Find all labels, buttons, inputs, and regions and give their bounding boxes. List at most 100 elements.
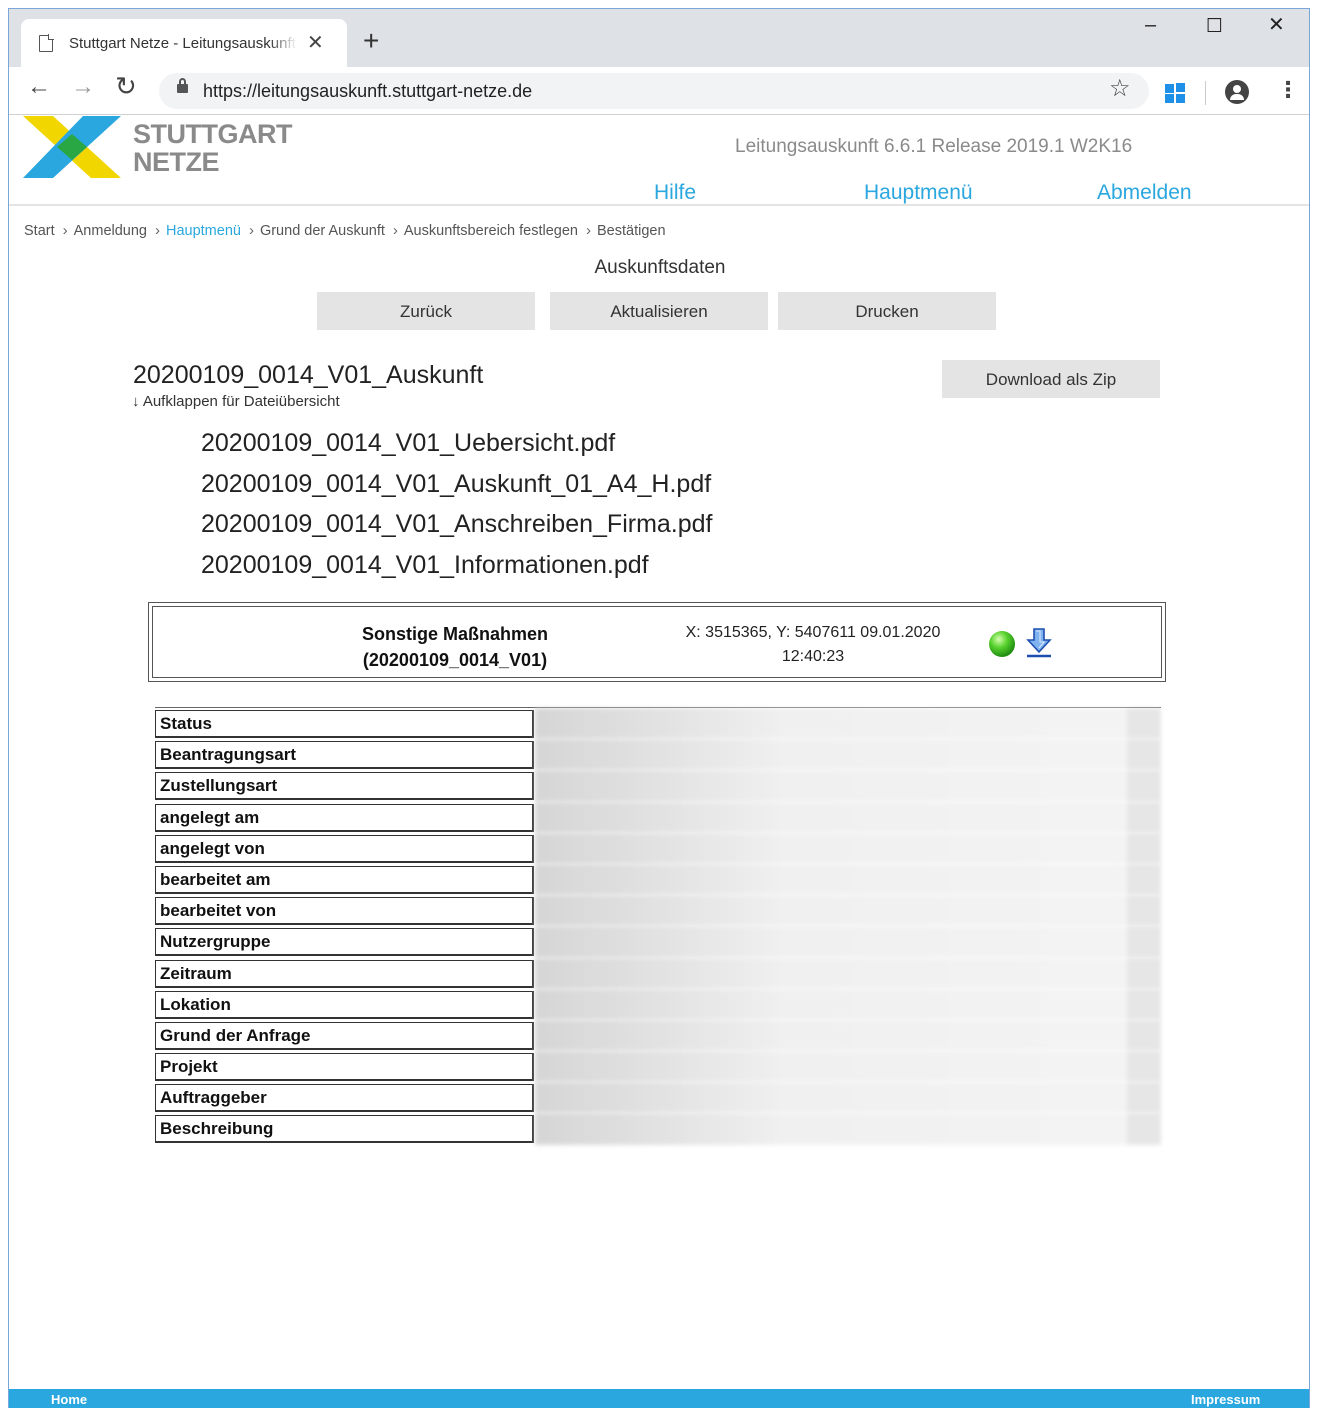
browser-window: Stuttgart Netze - Leitungsauskunft ✕ + –… xyxy=(8,8,1310,1408)
row-value-redacted xyxy=(535,1019,1161,1052)
lock-icon xyxy=(177,78,188,93)
nav-logout-link[interactable]: Abmelden xyxy=(1097,181,1192,205)
bookmark-star-icon[interactable]: ☆ xyxy=(1109,77,1131,101)
file-link[interactable]: 20200109_0014_V01_Informationen.pdf xyxy=(201,545,713,586)
row-label: Projekt xyxy=(155,1053,534,1082)
row-label: Beschreibung xyxy=(155,1115,534,1144)
table-row: Auftraggeber xyxy=(155,1082,1161,1114)
table-row: Zeitraum xyxy=(155,957,1161,989)
breadcrumb-item-bestaetigen[interactable]: Bestätigen xyxy=(597,223,666,239)
table-row: Beschreibung xyxy=(155,1113,1161,1145)
table-row: Grund der Anfrage xyxy=(155,1019,1161,1052)
reload-icon[interactable]: ↻ xyxy=(115,73,137,99)
row-value-redacted xyxy=(535,926,1161,958)
table-row: angelegt von xyxy=(155,832,1161,865)
back-button[interactable]: Zurück xyxy=(317,292,535,330)
address-bar[interactable]: https://leitungsauskunft.stuttgart-netze… xyxy=(159,73,1149,109)
breadcrumb-item-start[interactable]: Start xyxy=(24,223,55,239)
row-value-redacted xyxy=(535,1082,1161,1114)
download-icon[interactable] xyxy=(1025,627,1053,659)
brand-line-1: STUTTGART xyxy=(133,119,292,149)
nav-help-link[interactable]: Hilfe xyxy=(654,181,696,205)
coordinates-line: X: 3515365, Y: 5407611 09.01.2020 xyxy=(685,624,941,641)
row-label: Zeitraum xyxy=(155,959,534,988)
download-zip-button[interactable]: Download als Zip xyxy=(942,360,1160,398)
row-label: angelegt von xyxy=(155,834,534,863)
time-line: 12:40:23 xyxy=(781,648,845,665)
status-green-icon xyxy=(989,631,1015,657)
breadcrumb-item-hauptmenue[interactable]: Hauptmenü xyxy=(166,223,241,239)
print-button[interactable]: Drucken xyxy=(778,292,996,330)
row-label: Nutzergruppe xyxy=(155,928,534,957)
footer-home-link[interactable]: Home xyxy=(51,1392,87,1407)
brand-name: STUTTGART NETZE xyxy=(133,120,292,176)
minimize-button[interactable]: – xyxy=(1145,15,1156,35)
row-value-redacted xyxy=(535,988,1161,1021)
browser-toolbar: ← → ↻ https://leitungsauskunft.stuttgart… xyxy=(9,67,1309,115)
maximize-button[interactable]: ☐ xyxy=(1206,17,1223,36)
row-value-redacted xyxy=(535,832,1161,865)
measure-title: Sonstige Maßnahmen (20200109_0014_V01) xyxy=(323,621,587,673)
chevron-right-icon: › xyxy=(62,222,68,239)
page-icon xyxy=(39,34,54,52)
footer-bar: Home Impressum xyxy=(9,1389,1309,1408)
forward-arrow-icon[interactable]: → xyxy=(71,75,95,99)
chevron-right-icon: › xyxy=(248,222,254,239)
stuttgart-netze-logo[interactable] xyxy=(23,116,121,178)
breadcrumb-item-grund[interactable]: Grund der Auskunft xyxy=(260,223,385,239)
table-row: Zustellungsart xyxy=(155,770,1161,802)
row-label: Status xyxy=(155,710,534,738)
menu-kebab-icon[interactable]: ⋮ xyxy=(1277,79,1299,101)
row-label: Auftraggeber xyxy=(155,1084,534,1113)
file-link[interactable]: 20200109_0014_V01_Uebersicht.pdf xyxy=(201,423,713,464)
row-value-redacted xyxy=(535,1051,1161,1083)
close-window-button[interactable]: ✕ xyxy=(1268,15,1285,35)
windows-extension-icon[interactable] xyxy=(1165,83,1185,103)
details-table: Status Beantragungsart Zustellungsart angel… xyxy=(155,707,1161,1149)
page-title: Auskunftsdaten xyxy=(594,257,726,278)
row-label: Grund der Anfrage xyxy=(155,1021,534,1050)
new-tab-button[interactable]: + xyxy=(363,27,379,55)
footer-impressum-link[interactable]: Impressum xyxy=(1191,1392,1260,1407)
expand-hint[interactable]: ↓ Aufklappen für Dateiübersicht xyxy=(132,393,340,410)
table-row: Nutzergruppe xyxy=(155,926,1161,958)
row-label: bearbeitet am xyxy=(155,865,534,894)
chevron-right-icon: › xyxy=(392,222,398,239)
measure-title-line-2: (20200109_0014_V01) xyxy=(362,650,548,670)
file-link[interactable]: 20200109_0014_V01_Auskunft_01_A4_H.pdf xyxy=(201,464,713,505)
row-value-redacted xyxy=(535,708,1161,740)
browser-tab[interactable]: Stuttgart Netze - Leitungsauskunft ✕ xyxy=(21,19,347,67)
account-icon[interactable] xyxy=(1225,80,1249,104)
info-box-inner: Sonstige Maßnahmen (20200109_0014_V01) X… xyxy=(152,606,1162,678)
row-value-redacted xyxy=(535,863,1161,896)
breadcrumb-item-bereich[interactable]: Auskunftsbereich festlegen xyxy=(404,223,578,239)
row-value-redacted xyxy=(535,1113,1161,1145)
row-label: Lokation xyxy=(155,990,534,1019)
breadcrumb-item-anmeldung[interactable]: Anmeldung xyxy=(74,223,147,239)
file-link[interactable]: 20200109_0014_V01_Anschreiben_Firma.pdf xyxy=(201,504,713,545)
tab-strip: Stuttgart Netze - Leitungsauskunft ✕ + –… xyxy=(9,9,1309,67)
row-value-redacted xyxy=(535,957,1161,989)
tab-close-icon[interactable]: ✕ xyxy=(307,33,324,53)
file-list: 20200109_0014_V01_Uebersicht.pdf 2020010… xyxy=(201,423,713,586)
table-row: Lokation xyxy=(155,988,1161,1021)
row-value-redacted xyxy=(535,801,1161,833)
row-value-redacted xyxy=(535,739,1161,771)
back-arrow-icon[interactable]: ← xyxy=(27,75,51,99)
measure-title-line-1: Sonstige Maßnahmen xyxy=(361,624,549,644)
auskunft-title[interactable]: 20200109_0014_V01_Auskunft xyxy=(133,361,483,390)
chevron-right-icon: › xyxy=(154,222,160,239)
table-row: bearbeitet von xyxy=(155,895,1161,927)
row-label: bearbeitet von xyxy=(155,897,534,926)
table-row: Status xyxy=(155,708,1161,740)
breadcrumb: Start › Anmeldung › Hauptmenü › Grund der Ausk… xyxy=(24,222,666,239)
nav-main-menu-link[interactable]: Hauptmenü xyxy=(864,181,973,205)
version-text: Leitungsauskunft 6.6.1 Release 2019.1 W2… xyxy=(735,136,1133,157)
chevron-right-icon: › xyxy=(586,222,591,239)
row-label: angelegt am xyxy=(155,803,534,832)
row-value-redacted xyxy=(535,895,1161,927)
refresh-button[interactable]: Aktualisieren xyxy=(550,292,768,330)
row-label: Beantragungsart xyxy=(155,741,534,770)
brand-line-2: NETZE xyxy=(133,147,220,177)
url-text[interactable]: https://leitungsauskunft.stuttgart-netze… xyxy=(203,81,532,102)
